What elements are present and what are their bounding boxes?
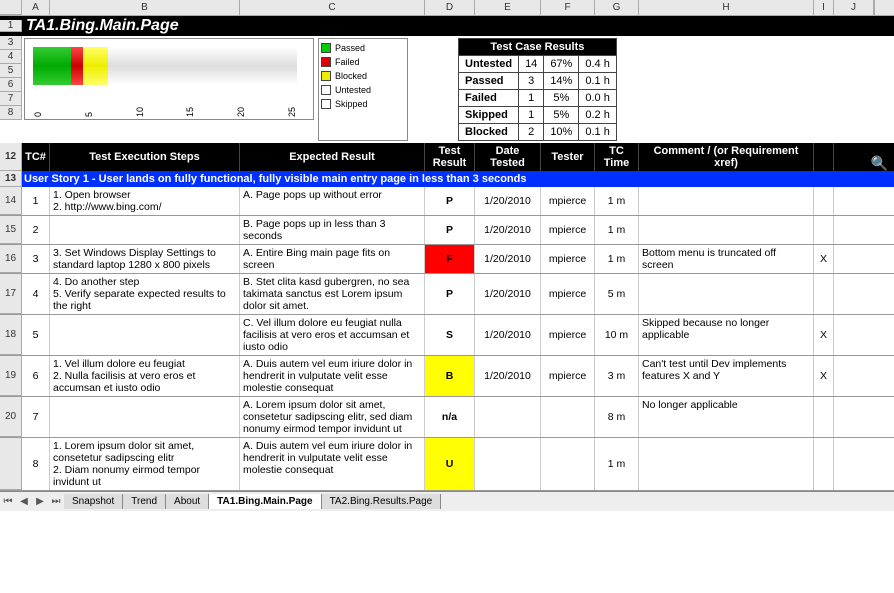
tab-trend[interactable]: Trend	[123, 494, 166, 509]
results-row-skipped: Skipped15%0.2 h	[459, 107, 617, 124]
row-number[interactable]: 1	[0, 20, 22, 32]
col-comment[interactable]: Comment / (or Requirement xref)	[639, 143, 814, 171]
test-steps-grid: 1411. Open browser 2. http://www.bing.co…	[0, 187, 894, 491]
table-row: 152B. Page pops up in less than 3 second…	[0, 216, 894, 245]
chart-seg-untested	[108, 47, 284, 85]
results-title: Test Case Results	[459, 39, 617, 56]
col-result[interactable]: Test Result	[425, 143, 475, 171]
user-story-text[interactable]: User Story 1 - User lands on fully funct…	[22, 171, 894, 187]
results-row-passed: Passed314%0.1 h	[459, 73, 617, 90]
col-header-I[interactable]: I	[814, 0, 834, 15]
col-header-H[interactable]: H	[639, 0, 814, 15]
chart-seg-skipped	[284, 47, 297, 85]
col-header-D[interactable]: D	[425, 0, 475, 15]
chart-seg-failed	[71, 47, 84, 85]
col-tester[interactable]: Tester	[541, 143, 595, 171]
tab-first-icon[interactable]: ⏮	[0, 496, 16, 507]
corner-cell[interactable]	[0, 0, 22, 15]
sheet-tabs: ⏮ ◀ ▶ ⏭ SnapshotTrendAboutTA1.Bing.Main.…	[0, 491, 894, 511]
col-date[interactable]: Date Tested	[475, 143, 541, 171]
legend-blocked: Blocked	[321, 69, 405, 83]
table-row: 1411. Open browser 2. http://www.bing.co…	[0, 187, 894, 216]
legend-passed: Passed	[321, 41, 405, 55]
search-icon[interactable]: 🔍	[871, 155, 888, 172]
tab-ta1-bing-main-page[interactable]: TA1.Bing.Main.Page	[209, 494, 321, 509]
legend-untested: Untested	[321, 83, 405, 97]
table-header: 12 TC# Test Execution Steps Expected Res…	[0, 143, 894, 171]
table-row: 185C. Vel illum dolore eu feugiat nulla …	[0, 315, 894, 356]
results-row-blocked: Blocked210%0.1 h	[459, 124, 617, 141]
title-row: 1 TA1.Bing.Main.Page	[0, 16, 894, 36]
col-tc[interactable]: TC#	[22, 143, 50, 171]
col-expected[interactable]: Expected Result	[240, 143, 425, 171]
chart-seg-passed	[33, 47, 71, 85]
column-headers: ABCDEFGHIJ	[0, 0, 894, 16]
user-story-row: 13 User Story 1 - User lands on fully fu…	[0, 171, 894, 187]
col-time[interactable]: TC Time	[595, 143, 639, 171]
tab-next-icon[interactable]: ▶	[32, 496, 48, 507]
col-header-C[interactable]: C	[240, 0, 425, 15]
tab-prev-icon[interactable]: ◀	[16, 496, 32, 507]
tab-about[interactable]: About	[166, 494, 209, 509]
tab-ta2-bing-results-page[interactable]: TA2.Bing.Results.Page	[322, 494, 442, 509]
col-header-A[interactable]: A	[22, 0, 50, 15]
col-header-J[interactable]: J	[834, 0, 874, 15]
col-header-B[interactable]: B	[50, 0, 240, 15]
legend-failed: Failed	[321, 55, 405, 69]
page-title: TA1.Bing.Main.Page	[22, 17, 179, 35]
summary-area: 3 4 5 6 7 8 0510152025 PassedFailedBlock…	[0, 36, 894, 143]
col-header-E[interactable]: E	[475, 0, 541, 15]
results-row-failed: Failed15%0.0 h	[459, 90, 617, 107]
table-row: 207A. Lorem ipsum dolor sit amet, conset…	[0, 397, 894, 438]
table-row: 81. Lorem ipsum dolor sit amet, consetet…	[0, 438, 894, 491]
chart-seg-blocked	[83, 47, 108, 85]
legend-skipped: Skipped	[321, 97, 405, 111]
results-table: Test Case Results Untested1467%0.4 hPass…	[458, 38, 617, 141]
stacked-bar-chart: 0510152025	[24, 38, 314, 120]
table-row: 1633. Set Windows Display Settings to st…	[0, 245, 894, 274]
tab-snapshot[interactable]: Snapshot	[64, 494, 123, 509]
col-header-G[interactable]: G	[595, 0, 639, 15]
col-steps[interactable]: Test Execution Steps	[50, 143, 240, 171]
tab-last-icon[interactable]: ⏭	[48, 496, 64, 507]
chart-legend: PassedFailedBlockedUntestedSkipped	[318, 38, 408, 141]
table-row: 1744. Do another step 5. Verify separate…	[0, 274, 894, 315]
col-header-F[interactable]: F	[541, 0, 595, 15]
results-row-untested: Untested1467%0.4 h	[459, 56, 617, 73]
table-row: 1961. Vel illum dolore eu feugiat 2. Nul…	[0, 356, 894, 397]
spreadsheet: ABCDEFGHIJ 1 TA1.Bing.Main.Page 3 4 5 6 …	[0, 0, 894, 511]
